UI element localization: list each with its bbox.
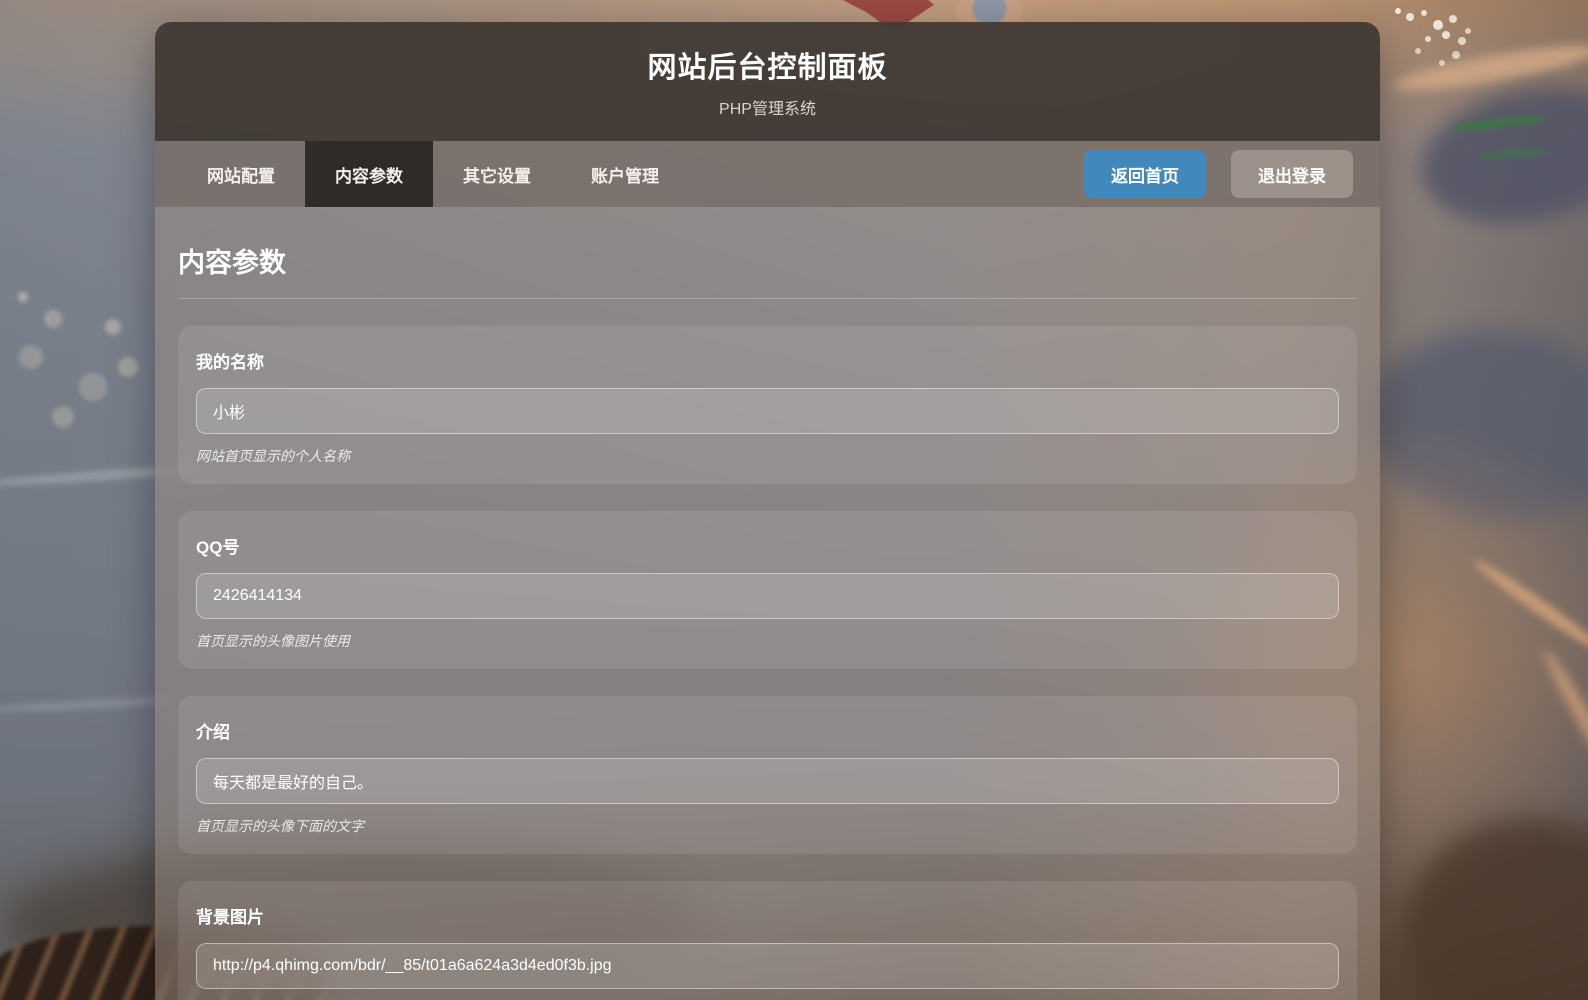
- admin-panel: 网站后台控制面板 PHP管理系统 网站配置 内容参数 其它设置 账户管理 返回首…: [155, 22, 1380, 1000]
- field-card-my-name: 我的名称 网站首页显示的个人名称: [178, 326, 1357, 484]
- field-hint: 首页显示的头像图片使用: [196, 631, 1339, 651]
- my-name-input[interactable]: [196, 388, 1339, 434]
- field-label: 背景图片: [196, 903, 1339, 928]
- field-label: 我的名称: [196, 348, 1339, 373]
- field-card-background-image: 背景图片 首页背景图片链接，可以在http://blog.52bin.cn/13…: [178, 881, 1357, 1000]
- field-label: 介绍: [196, 718, 1339, 743]
- tab-site-config[interactable]: 网站配置: [177, 141, 305, 207]
- panel-header: 网站后台控制面板 PHP管理系统: [155, 22, 1380, 141]
- home-button[interactable]: 返回首页: [1084, 150, 1206, 198]
- section-title: 内容参数: [178, 241, 1357, 280]
- field-hint: 网站首页显示的个人名称: [196, 446, 1339, 466]
- background-image-url-input[interactable]: [196, 943, 1339, 989]
- tab-account-management[interactable]: 账户管理: [561, 141, 689, 207]
- page-title: 网站后台控制面板: [647, 44, 887, 86]
- nav-spacer: [689, 141, 1084, 207]
- logout-button[interactable]: 退出登录: [1231, 150, 1353, 198]
- bokeh-lights: [18, 292, 28, 302]
- field-card-qq-number: QQ号 首页显示的头像图片使用: [178, 511, 1357, 669]
- field-label: QQ号: [196, 533, 1339, 558]
- introduction-input[interactable]: [196, 758, 1339, 804]
- section-divider: [178, 298, 1357, 299]
- field-card-introduction: 介绍 首页显示的头像下面的文字: [178, 696, 1357, 854]
- tab-other-settings[interactable]: 其它设置: [433, 141, 561, 207]
- page-subtitle: PHP管理系统: [719, 95, 816, 119]
- tab-content-params[interactable]: 内容参数: [305, 141, 433, 207]
- nav-bar: 网站配置 内容参数 其它设置 账户管理 返回首页 退出登录: [155, 141, 1380, 207]
- qq-number-input[interactable]: [196, 573, 1339, 619]
- foam-dots: [1395, 8, 1401, 14]
- field-hint: 首页显示的头像下面的文字: [196, 816, 1339, 836]
- content-area: 内容参数 我的名称 网站首页显示的个人名称 QQ号 首页显示的头像图片使用 介绍…: [155, 207, 1380, 1000]
